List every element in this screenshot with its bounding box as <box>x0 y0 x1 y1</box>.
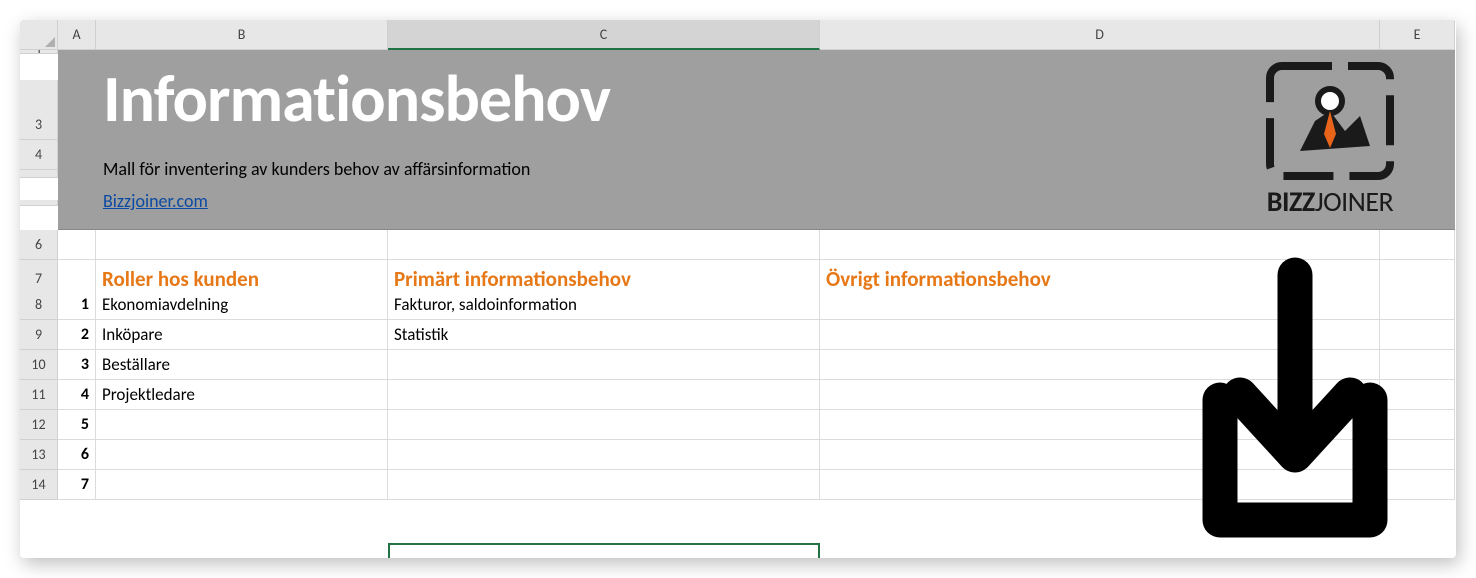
col-header-b[interactable]: B <box>96 20 388 50</box>
cell-a11[interactable]: 4 <box>58 380 96 410</box>
row-header-6[interactable]: 6 <box>20 230 58 260</box>
cell-c14[interactable] <box>388 470 820 500</box>
cell-a6[interactable] <box>58 230 96 260</box>
cell-a14[interactable]: 7 <box>58 470 96 500</box>
logo-text: BIZZJOINER <box>1267 184 1393 219</box>
row-header-13[interactable]: 13 <box>20 440 58 470</box>
spreadsheet-frame: A B C D E 1 Informationsbehov Mall för i… <box>20 20 1456 558</box>
cell-c6[interactable] <box>388 230 820 260</box>
cell-a10[interactable]: 3 <box>58 350 96 380</box>
cell-b11[interactable]: Projektledare <box>96 380 388 410</box>
row-header-3[interactable]: 3 <box>20 110 58 140</box>
cell-c10[interactable] <box>388 350 820 380</box>
banner: Informationsbehov Mall för inventering a… <box>58 50 1455 230</box>
cell-c8[interactable]: Fakturor, saldoinformation <box>388 290 820 320</box>
cell-c13[interactable] <box>388 440 820 470</box>
row-header-8[interactable]: 8 <box>20 290 58 320</box>
row-header-4[interactable]: 4 <box>20 140 58 170</box>
cell-b10[interactable]: Beställare <box>96 350 388 380</box>
website-link[interactable]: Bizzjoiner.com <box>103 190 208 212</box>
logo-image <box>1260 56 1400 186</box>
cell-c9[interactable]: Statistik <box>388 320 820 350</box>
cell-b12[interactable] <box>96 410 388 440</box>
page-title: Informationsbehov <box>103 58 610 139</box>
row-header-9[interactable]: 9 <box>20 320 58 350</box>
row-header-1[interactable]: 1 <box>20 50 58 54</box>
page-subtitle: Mall för inventering av kunders behov av… <box>103 158 530 180</box>
row-header-5b-hidden[interactable] <box>20 200 58 206</box>
cell-c12[interactable] <box>388 410 820 440</box>
cell-b14[interactable] <box>96 470 388 500</box>
col-header-a[interactable]: A <box>58 20 96 50</box>
cell-b6[interactable] <box>96 230 388 260</box>
brand-logo: BIZZJOINER <box>1215 56 1445 221</box>
download-icon[interactable] <box>1170 250 1420 550</box>
row-header-5-hidden[interactable] <box>20 170 58 178</box>
cell-c11[interactable] <box>388 380 820 410</box>
cell-b9[interactable]: Inköpare <box>96 320 388 350</box>
select-all-cell[interactable] <box>20 20 58 50</box>
col-header-e[interactable]: E <box>1380 20 1455 50</box>
cell-b13[interactable] <box>96 440 388 470</box>
cell-a13[interactable]: 6 <box>58 440 96 470</box>
cell-a9[interactable]: 2 <box>58 320 96 350</box>
row-header-14[interactable]: 14 <box>20 470 58 500</box>
cell-a12[interactable]: 5 <box>58 410 96 440</box>
row-header-12[interactable]: 12 <box>20 410 58 440</box>
row-header-11[interactable]: 11 <box>20 380 58 410</box>
col-header-d[interactable]: D <box>820 20 1380 50</box>
row-header-10[interactable]: 10 <box>20 350 58 380</box>
cell-a8[interactable]: 1 <box>58 290 96 320</box>
col-header-c[interactable]: C <box>388 20 820 50</box>
cell-b8[interactable]: Ekonomiavdelning <box>96 290 388 320</box>
